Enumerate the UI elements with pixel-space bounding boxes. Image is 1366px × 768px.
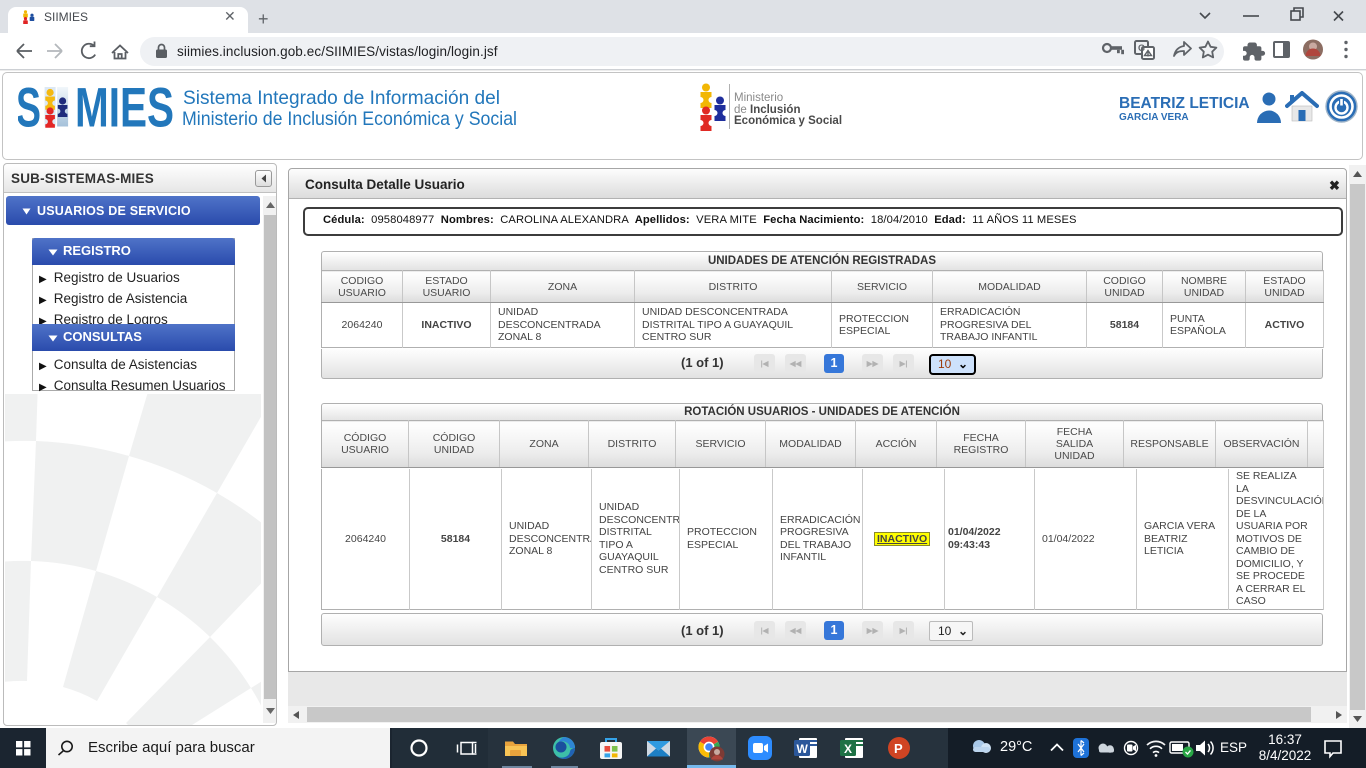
svg-text:W: W	[797, 742, 809, 756]
svg-text:P: P	[894, 741, 903, 756]
svg-text:G: G	[1138, 43, 1145, 53]
svg-text:S: S	[18, 87, 41, 131]
svg-text:X: X	[844, 742, 852, 756]
svg-text:Sistema Integrado de Informaci: Sistema Integrado de Información del	[183, 87, 500, 109]
svg-text:Ministerio de Inclusión Económ: Ministerio de Inclusión Económica y Soci…	[182, 108, 517, 130]
svg-text:MIES: MIES	[75, 87, 174, 131]
